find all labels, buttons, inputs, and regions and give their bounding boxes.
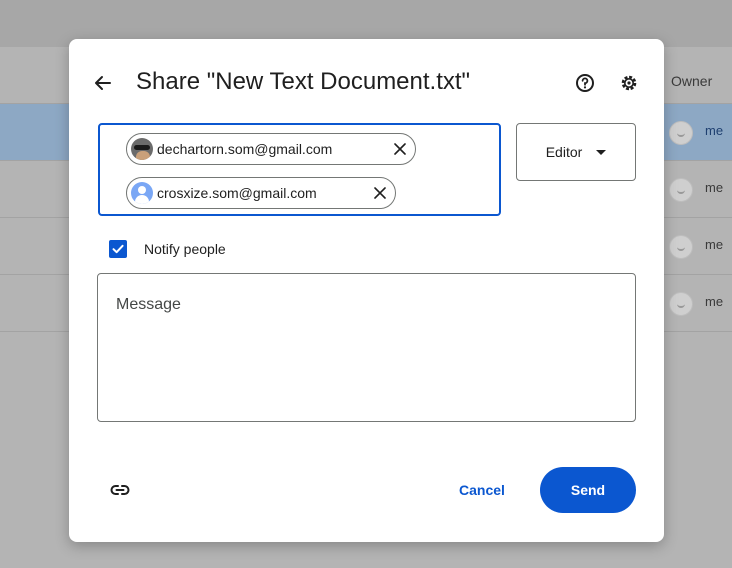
- notify-checkbox[interactable]: [109, 240, 127, 258]
- recipient-chip[interactable]: dechartorn.som@gmail.com: [126, 133, 416, 165]
- gear-icon: [621, 75, 637, 91]
- copy-link-button[interactable]: [106, 476, 134, 504]
- owner-avatar-icon: [669, 178, 693, 202]
- back-button[interactable]: [89, 69, 117, 97]
- recipient-chip[interactable]: crosxize.som@gmail.com: [126, 177, 396, 209]
- owner-avatar-icon: [669, 292, 693, 316]
- role-dropdown[interactable]: Editor: [516, 123, 636, 181]
- recipient-email: dechartorn.som@gmail.com: [157, 141, 333, 157]
- owner-avatar-icon: [669, 235, 693, 259]
- owner-name: me: [705, 123, 724, 138]
- role-value: Editor: [545, 144, 583, 160]
- cancel-button[interactable]: Cancel: [442, 466, 522, 514]
- owner-name: me: [705, 237, 724, 252]
- owner-avatar-icon: [669, 121, 693, 145]
- dialog-title: Share "New Text Document.txt": [136, 68, 471, 95]
- person-icon: [131, 182, 153, 204]
- close-icon: [394, 143, 406, 155]
- notify-people-option[interactable]: Notify people: [109, 238, 226, 260]
- notify-label: Notify people: [144, 241, 226, 257]
- recipient-avatar: [131, 138, 153, 160]
- message-textarea[interactable]: Message: [97, 273, 636, 422]
- owner-column-header: Owner: [671, 73, 713, 89]
- dropdown-arrow-icon: [596, 149, 607, 155]
- recipients-field[interactable]: dechartorn.som@gmail.com crosxize.som@gm…: [98, 123, 501, 216]
- settings-button[interactable]: [616, 70, 642, 96]
- remove-recipient-button[interactable]: [371, 184, 389, 202]
- owner-name: me: [705, 294, 724, 309]
- link-icon: [110, 485, 130, 495]
- close-icon: [374, 187, 386, 199]
- help-icon: [576, 74, 594, 92]
- help-button[interactable]: [572, 70, 598, 96]
- arrow-back-icon: [95, 76, 111, 90]
- check-icon: [112, 244, 124, 254]
- message-placeholder: Message: [116, 296, 181, 313]
- owner-name: me: [705, 180, 724, 195]
- send-button[interactable]: Send: [540, 467, 636, 513]
- recipient-email: crosxize.som@gmail.com: [157, 185, 317, 201]
- share-dialog: Share "New Text Document.txt" dechartorn…: [69, 39, 664, 542]
- remove-recipient-button[interactable]: [391, 140, 409, 158]
